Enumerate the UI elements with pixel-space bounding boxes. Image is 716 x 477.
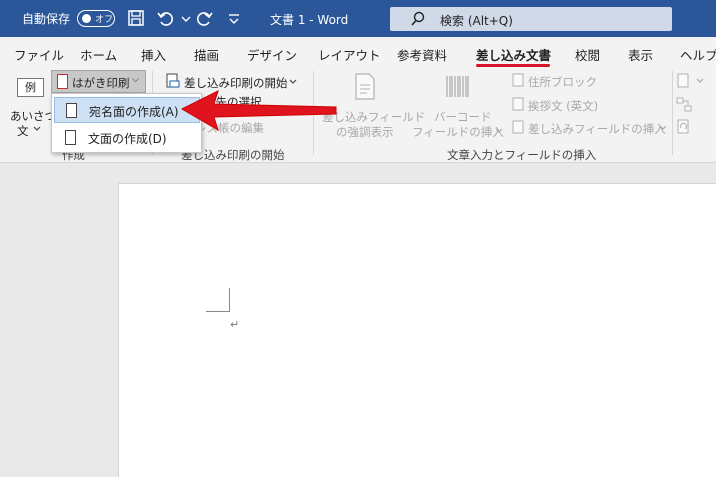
tab-help[interactable]: ヘルプ bbox=[680, 45, 716, 64]
tab-design[interactable]: デザイン bbox=[247, 45, 297, 64]
menu-item-create-message-side[interactable]: 文面の作成(D) bbox=[54, 125, 200, 151]
document-title: 文書 1 - Word bbox=[270, 13, 349, 27]
save-icon[interactable] bbox=[126, 8, 146, 28]
chevron-down-icon bbox=[33, 126, 41, 131]
highlight-fields-line1[interactable]: 差し込みフィールド bbox=[322, 109, 425, 125]
address-block-icon bbox=[512, 73, 524, 87]
chevron-down-icon bbox=[659, 125, 667, 130]
redo-icon[interactable] bbox=[194, 8, 214, 28]
margin-crop-mark bbox=[206, 311, 230, 312]
tab-mailings[interactable]: 差し込み文書 bbox=[476, 45, 551, 64]
sample-box: 例 bbox=[17, 78, 44, 97]
greeting-line-button[interactable]: 挨拶文 (英文) bbox=[528, 98, 598, 114]
search-text: 検索 (Alt+Q) bbox=[440, 14, 513, 28]
start-mail-merge-button[interactable]: 差し込み印刷の開始 bbox=[184, 75, 288, 91]
highlight-fields-line2[interactable]: の強調表示 bbox=[336, 124, 394, 140]
toggle-knob bbox=[82, 14, 91, 23]
postcard-message-icon bbox=[65, 130, 76, 145]
barcode-icon bbox=[446, 76, 469, 97]
chevron-down-icon bbox=[696, 78, 704, 83]
group-divider bbox=[672, 71, 673, 155]
insert-merge-field-button[interactable]: 差し込みフィールドの挿入 bbox=[528, 121, 666, 137]
postcard-icon bbox=[57, 74, 68, 89]
autosave-toggle[interactable]: オフ bbox=[77, 10, 115, 27]
address-block-button[interactable]: 住所ブロック bbox=[528, 74, 597, 90]
greeting-button-line1[interactable]: あいさつ bbox=[10, 108, 56, 124]
insert-field-icon bbox=[512, 120, 524, 134]
ribbon-tabs: ファイル ホーム 挿入 描画 デザイン レイアウト 参考資料 差し込み文書 校閲… bbox=[0, 37, 716, 67]
customize-toolbar-icon[interactable] bbox=[224, 8, 244, 28]
tab-file[interactable]: ファイル bbox=[14, 45, 64, 64]
undo-icon[interactable] bbox=[156, 8, 176, 28]
match-fields-icon[interactable] bbox=[676, 97, 692, 113]
undo-dropdown-icon[interactable] bbox=[176, 8, 196, 28]
barcode-line1[interactable]: バーコード bbox=[434, 109, 492, 125]
search-box[interactable]: 検索 (Alt+Q) bbox=[390, 7, 672, 31]
hagaki-print-button[interactable]: はがき印刷 ⌵ bbox=[51, 70, 146, 93]
menu-item-label: 宛名面の作成(A) bbox=[89, 105, 179, 119]
chevron-down-icon bbox=[495, 128, 503, 133]
tab-layout[interactable]: レイアウト bbox=[318, 45, 381, 64]
barcode-line2[interactable]: フィールドの挿入 bbox=[412, 124, 504, 140]
hagaki-print-menu: 宛名面の作成(A) 文面の作成(D) bbox=[51, 93, 202, 153]
title-bar: 自動保存 オフ 文書 1 - Word 検索 (Alt+Q) bbox=[0, 0, 716, 37]
tab-home[interactable]: ホーム bbox=[80, 45, 117, 64]
update-labels-icon[interactable] bbox=[676, 119, 692, 135]
group-label-write-insert: 文章入力とフィールドの挿入 bbox=[447, 148, 597, 162]
mail-merge-icon bbox=[166, 73, 180, 88]
highlight-fields-icon bbox=[355, 73, 375, 100]
rules-icon[interactable] bbox=[676, 73, 692, 89]
margin-crop-mark bbox=[229, 288, 230, 311]
tab-review[interactable]: 校閲 bbox=[575, 45, 600, 64]
autosave-state: オフ bbox=[95, 15, 114, 25]
group-divider bbox=[313, 71, 314, 155]
tab-references[interactable]: 参考資料 bbox=[397, 45, 447, 64]
greeting-line-icon bbox=[512, 97, 524, 111]
tab-draw[interactable]: 描画 bbox=[194, 45, 219, 64]
hagaki-print-label: はがき印刷 bbox=[72, 76, 130, 90]
chevron-down-icon: ⌵ bbox=[132, 75, 139, 85]
select-recipients-button[interactable]: 宛先の選択 bbox=[204, 94, 262, 110]
menu-item-label: 文面の作成(D) bbox=[88, 132, 167, 146]
document-page[interactable] bbox=[118, 183, 716, 477]
postcard-address-icon bbox=[66, 103, 77, 118]
menu-item-create-address-side[interactable]: 宛名面の作成(A) bbox=[54, 97, 200, 123]
paragraph-mark: ↵ bbox=[230, 318, 240, 331]
greeting-button-line2[interactable]: 文 bbox=[17, 123, 29, 139]
chevron-down-icon bbox=[289, 79, 297, 84]
search-icon bbox=[411, 11, 425, 26]
autosave-label: 自動保存 bbox=[22, 12, 71, 26]
tab-view[interactable]: 表示 bbox=[628, 45, 653, 64]
tab-insert[interactable]: 挿入 bbox=[141, 45, 166, 64]
